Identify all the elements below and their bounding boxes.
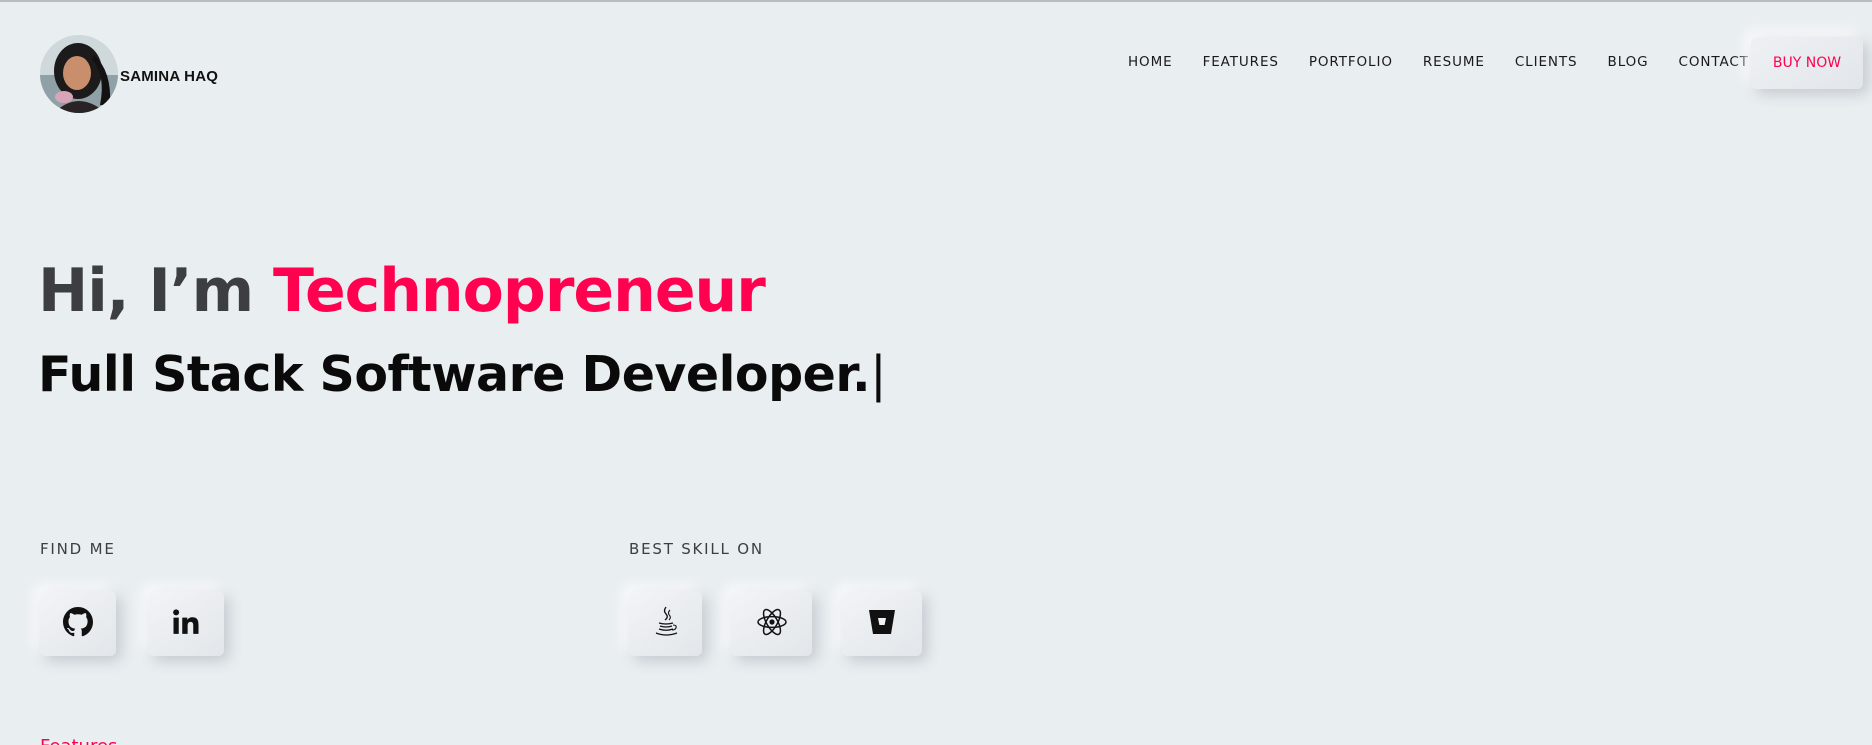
greeting-prefix: Hi, I’m <box>38 256 273 326</box>
react-icon <box>756 607 788 641</box>
nav-clients[interactable]: CLIENTS <box>1515 54 1578 70</box>
github-icon <box>63 606 93 641</box>
bitbucket-icon <box>867 608 897 640</box>
hero-greeting: Hi, I’m Technopreneur <box>38 256 766 326</box>
linkedin-icon <box>171 607 201 641</box>
linkedin-link[interactable] <box>148 591 224 656</box>
nav-blog[interactable]: BLOG <box>1608 54 1649 70</box>
skill-bitbucket[interactable] <box>842 591 922 656</box>
best-skill-label: BEST SKILL ON <box>629 540 764 558</box>
brand-name: SAMINA HAQ <box>120 67 219 85</box>
nav-home[interactable]: HOME <box>1128 54 1173 70</box>
nav-portfolio[interactable]: PORTFOLIO <box>1309 54 1393 70</box>
brand-logo[interactable]: SAMINA HAQ <box>40 35 218 113</box>
hero-subtitle: Full Stack Software Developer.| <box>38 346 887 403</box>
features-section-link[interactable]: Features <box>40 736 117 745</box>
buy-now-button[interactable]: BUY NOW <box>1751 37 1863 89</box>
java-icon <box>651 605 681 643</box>
typing-cursor: | <box>870 346 887 403</box>
avatar <box>40 35 118 113</box>
find-me-label: FIND ME <box>40 540 116 558</box>
nav-resume[interactable]: RESUME <box>1423 54 1485 70</box>
subtitle-text: Full Stack Software Developer. <box>38 346 871 403</box>
github-link[interactable] <box>40 591 116 656</box>
main-nav: HOME FEATURES PORTFOLIO RESUME CLIENTS B… <box>1128 54 1779 70</box>
skill-java[interactable] <box>629 591 702 656</box>
greeting-highlight: Technopreneur <box>273 256 766 326</box>
skill-react[interactable] <box>731 591 812 656</box>
nav-contact[interactable]: CONTACT <box>1679 54 1749 70</box>
nav-features[interactable]: FEATURES <box>1203 54 1279 70</box>
